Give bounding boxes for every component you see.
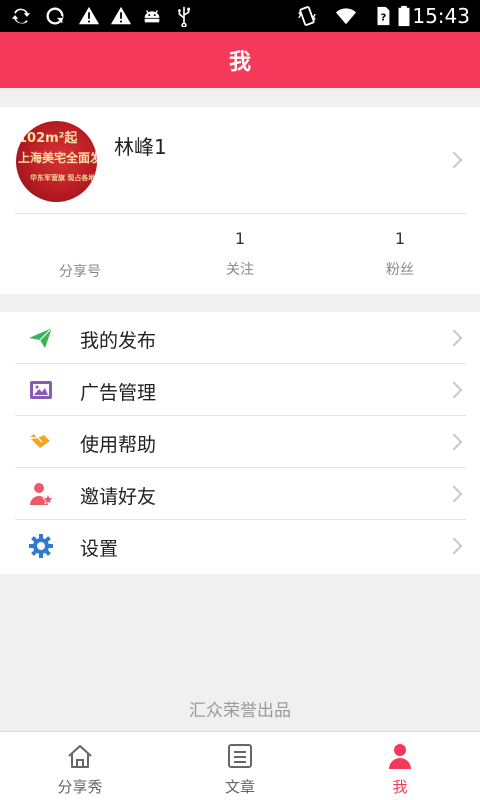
- stat-value-followers[interactable]: 1: [350, 229, 450, 248]
- handshake-icon: [30, 434, 50, 448]
- paper-plane-icon: [29, 327, 53, 348]
- sync-icon: [11, 8, 31, 24]
- divider: [15, 213, 466, 214]
- menu-item-help[interactable]: 使用帮助: [0, 416, 480, 468]
- menu-label: 邀请好友: [80, 486, 157, 508]
- menu-label: 广告管理: [80, 382, 157, 404]
- warning-icon: [78, 6, 100, 25]
- avatar-text-3: 华东军营旗 现占各地特: [30, 174, 97, 182]
- avatar[interactable]: 102m²起 上海美宅全面发 华东军营旗 现占各地特: [16, 121, 97, 202]
- chevron-right-icon: [445, 537, 463, 555]
- chevron-right-icon: [445, 485, 463, 503]
- menu-label: 使用帮助: [80, 434, 157, 456]
- vibrate-icon: [298, 6, 316, 26]
- chevron-right-icon: [445, 433, 463, 451]
- bottom-tab-bar: 分享秀 文章 我: [0, 731, 480, 800]
- stat-label-following[interactable]: 关注: [190, 259, 290, 279]
- menu-item-settings[interactable]: 设置: [0, 520, 480, 572]
- tab-article[interactable]: 文章: [160, 732, 320, 800]
- stat-value-following[interactable]: 1: [190, 229, 290, 248]
- menu-item-my-posts[interactable]: 我的发布: [0, 312, 480, 364]
- page-title: 我: [228, 50, 251, 75]
- home-icon: [68, 745, 92, 768]
- chevron-right-icon: [445, 151, 463, 169]
- tab-share-show[interactable]: 分享秀: [0, 732, 160, 800]
- ad-image-icon: [30, 381, 52, 399]
- menu-item-ad-management[interactable]: 广告管理: [0, 364, 480, 416]
- user-star-icon: [30, 483, 54, 505]
- tab-label: 分享秀: [57, 778, 103, 796]
- svg-text:?: ?: [381, 13, 387, 24]
- android-icon: [144, 10, 160, 23]
- sim-unknown-icon: ?: [377, 6, 390, 26]
- clock: 15:43: [412, 4, 470, 28]
- gear-icon: [29, 534, 53, 558]
- stat-label-followers[interactable]: 粉丝: [350, 259, 450, 279]
- menu-label: 设置: [80, 538, 119, 560]
- sync-alt-icon: [46, 7, 64, 25]
- footer-credit: 汇众荣誉出品: [189, 701, 291, 721]
- avatar-text-2: 上海美宅全面发: [18, 151, 97, 165]
- status-bar: ? 15:43: [0, 0, 480, 32]
- tab-label: 我: [392, 778, 408, 796]
- tab-label: 文章: [224, 778, 255, 796]
- menu-item-invite-friends[interactable]: 邀请好友: [0, 468, 480, 520]
- menu-label: 我的发布: [80, 330, 157, 352]
- chevron-right-icon: [445, 381, 463, 399]
- tab-me[interactable]: 我: [320, 732, 480, 800]
- profile-card: 102m²起 上海美宅全面发 华东军营旗 现占各地特 分享号 1 关注 1 粉丝: [0, 107, 480, 294]
- chevron-right-icon: [445, 329, 463, 347]
- stat-label-share-id: 分享号: [59, 264, 101, 280]
- article-icon: [228, 744, 252, 768]
- avatar-text-1: 102m²起: [18, 131, 78, 146]
- person-icon: [389, 744, 411, 769]
- usb-icon: [178, 6, 190, 27]
- wifi-icon: [335, 8, 357, 25]
- warning-icon: [110, 6, 132, 25]
- app-header: 我: [0, 32, 480, 88]
- profile-row[interactable]: 102m²起 上海美宅全面发 华东军营旗 现占各地特: [0, 107, 480, 214]
- menu-list: 我的发布 广告管理 使用帮助 邀请好友 设置: [0, 312, 480, 574]
- username: 林峰1: [114, 135, 167, 159]
